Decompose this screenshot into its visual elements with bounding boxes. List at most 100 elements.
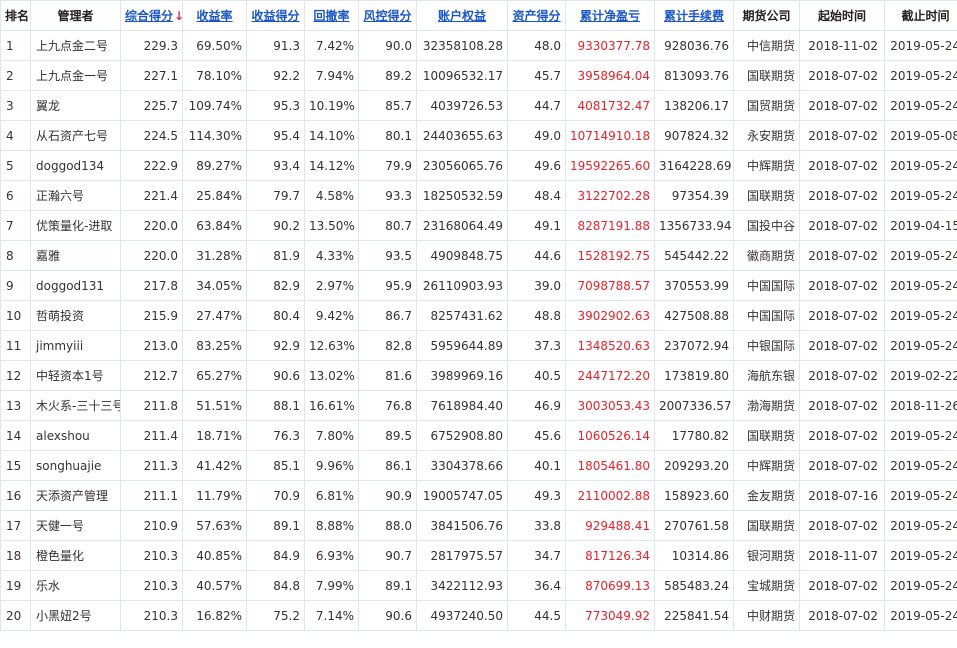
cell-equity: 7618984.40 — [416, 390, 508, 421]
table-row[interactable]: 3 翼龙 225.7 109.74% 95.3 10.19% 85.7 4039726.53 4… — [0, 90, 957, 121]
cell-manager-name[interactable]: 嘉雅 — [30, 240, 121, 271]
cell-end-date: 2019-05-24 — [884, 30, 957, 61]
cell-rank: 18 — [0, 540, 31, 571]
header-equity[interactable]: 账户权益 — [416, 0, 508, 31]
sort-return-rate-link[interactable]: 收益率 — [196, 9, 232, 23]
cell-drawdown: 12.63% — [304, 330, 359, 361]
table-row[interactable]: 14 alexshou 211.4 18.71% 76.3 7.80% 89.5 675290… — [0, 420, 957, 451]
cell-manager-name[interactable]: 中轻资本1号 — [30, 360, 121, 391]
cell-manager-name[interactable]: 翼龙 — [30, 90, 121, 121]
cell-asset-score: 46.9 — [507, 390, 566, 421]
cell-rank: 5 — [0, 150, 31, 181]
table-row[interactable]: 2 上九点金一号 227.1 78.10% 92.2 7.94% 89.2 10096532.… — [0, 60, 957, 91]
cell-manager-name[interactable]: 天健一号 — [30, 510, 121, 541]
cell-manager-name[interactable]: alexshou — [30, 420, 121, 451]
table-row[interactable]: 20 小黑妞2号 210.3 16.82% 75.2 7.14% 90.6 4937240.5… — [0, 600, 957, 631]
sort-fees-link[interactable]: 累计手续费 — [664, 9, 724, 23]
header-risk-score[interactable]: 风控得分 — [358, 0, 417, 31]
sort-risk-score-link[interactable]: 风控得分 — [363, 9, 411, 23]
sort-drawdown-link[interactable]: 回撤率 — [313, 9, 349, 23]
cell-risk-score: 90.6 — [358, 600, 417, 631]
cell-return-score: 91.3 — [246, 30, 305, 61]
sort-desc-icon: ↓ — [174, 9, 181, 23]
cell-return-rate: 83.25% — [182, 330, 247, 361]
cell-manager-name[interactable]: songhuajie — [30, 450, 121, 481]
cell-return-score: 84.9 — [246, 540, 305, 571]
cell-return-rate: 25.84% — [182, 180, 247, 211]
header-composite-score[interactable]: 综合得分↓ — [120, 0, 183, 31]
cell-manager-name[interactable]: 小黑妞2号 — [30, 600, 121, 631]
cell-equity: 32358108.28 — [416, 30, 508, 61]
table-row[interactable]: 5 doggod134 222.9 89.27% 93.4 14.12% 79.9 23056… — [0, 150, 957, 181]
header-fees[interactable]: 累计手续费 — [654, 0, 734, 31]
table-row[interactable]: 17 天健一号 210.9 57.63% 89.1 8.88% 88.0 3841506.76… — [0, 510, 957, 541]
table-row[interactable]: 6 正瀚六号 221.4 25.84% 79.7 4.58% 93.3 18250532.59… — [0, 180, 957, 211]
sort-composite-score-link[interactable]: 综合得分 — [125, 9, 173, 23]
cell-return-rate: 63.84% — [182, 210, 247, 241]
cell-drawdown: 14.12% — [304, 150, 359, 181]
cell-broker: 中国国际 — [733, 270, 800, 301]
sort-net-pnl-link[interactable]: 累计净盈亏 — [580, 9, 640, 23]
cell-manager-name[interactable]: 正瀚六号 — [30, 180, 121, 211]
table-row[interactable]: 4 从石资产七号 224.5 114.30% 95.4 14.10% 80.1 2440365… — [0, 120, 957, 151]
table-row[interactable]: 8 嘉雅 220.0 31.28% 81.9 4.33% 93.5 4909848.75 44.… — [0, 240, 957, 271]
table-row[interactable]: 1 上九点金二号 229.3 69.50% 91.3 7.42% 90.0 32358108.… — [0, 30, 957, 61]
cell-rank: 3 — [0, 90, 31, 121]
table-row[interactable]: 15 songhuajie 211.3 41.42% 85.1 9.96% 86.1 3304… — [0, 450, 957, 481]
header-return-score[interactable]: 收益得分 — [246, 0, 305, 31]
sort-return-score-link[interactable]: 收益得分 — [251, 9, 299, 23]
cell-end-date: 2019-05-24 — [884, 60, 957, 91]
cell-risk-score: 79.9 — [358, 150, 417, 181]
table-row[interactable]: 9 doggod131 217.8 34.05% 82.9 2.97% 95.9 261109… — [0, 270, 957, 301]
cell-manager-name[interactable]: 橙色量化 — [30, 540, 121, 571]
cell-rank: 10 — [0, 300, 31, 331]
cell-manager-name[interactable]: doggod134 — [30, 150, 121, 181]
table-row[interactable]: 10 哲萌投资 215.9 27.47% 80.4 9.42% 86.7 8257431.62… — [0, 300, 957, 331]
header-net-pnl[interactable]: 累计净盈亏 — [565, 0, 655, 31]
sort-equity-link[interactable]: 账户权益 — [438, 9, 486, 23]
cell-manager-name[interactable]: 上九点金一号 — [30, 60, 121, 91]
cell-risk-score: 93.3 — [358, 180, 417, 211]
header-broker: 期货公司 — [733, 0, 800, 31]
cell-broker: 中国国际 — [733, 300, 800, 331]
cell-rank: 12 — [0, 360, 31, 391]
cell-manager-name[interactable]: 哲萌投资 — [30, 300, 121, 331]
table-body: 1 上九点金二号 229.3 69.50% 91.3 7.42% 90.0 32358108.… — [0, 30, 957, 631]
table-row[interactable]: 18 橙色量化 210.3 40.85% 84.9 6.93% 90.7 2817975.57… — [0, 540, 957, 571]
cell-manager-name[interactable]: 上九点金二号 — [30, 30, 121, 61]
cell-fees: 158923.60 — [654, 480, 734, 511]
cell-return-rate: 40.85% — [182, 540, 247, 571]
header-asset-score[interactable]: 资产得分 — [507, 0, 566, 31]
header-broker-label: 期货公司 — [742, 9, 791, 23]
cell-composite-score: 211.3 — [120, 450, 183, 481]
cell-manager-name[interactable]: 从石资产七号 — [30, 120, 121, 151]
table-row[interactable]: 12 中轻资本1号 212.7 65.27% 90.6 13.02% 81.6 3989969… — [0, 360, 957, 391]
sort-asset-score-link[interactable]: 资产得分 — [512, 9, 560, 23]
cell-return-score: 80.4 — [246, 300, 305, 331]
table-row[interactable]: 7 优策量化-进取 220.0 63.84% 90.2 13.50% 80.7 2316806… — [0, 210, 957, 241]
cell-composite-score: 229.3 — [120, 30, 183, 61]
cell-end-date: 2019-05-24 — [884, 240, 957, 271]
cell-composite-score: 220.0 — [120, 210, 183, 241]
cell-manager-name[interactable]: 乐水 — [30, 570, 121, 601]
cell-manager-name[interactable]: 木火系-三十三号 — [30, 390, 121, 421]
header-drawdown[interactable]: 回撤率 — [304, 0, 359, 31]
cell-risk-score: 86.1 — [358, 450, 417, 481]
header-return-rate[interactable]: 收益率 — [182, 0, 247, 31]
cell-manager-name[interactable]: 天添资产管理 — [30, 480, 121, 511]
cell-net-pnl: 9330377.78 — [565, 30, 655, 61]
table-row[interactable]: 13 木火系-三十三号 211.8 51.51% 88.1 16.61% 76.8 76189… — [0, 390, 957, 421]
cell-start-date: 2018-07-02 — [799, 270, 885, 301]
header-rank: 排名 — [0, 0, 31, 31]
table-row[interactable]: 16 天添资产管理 211.1 11.79% 70.9 6.81% 90.9 19005747… — [0, 480, 957, 511]
cell-return-score: 92.2 — [246, 60, 305, 91]
header-end-label: 截止时间 — [901, 9, 950, 23]
cell-broker: 国联期货 — [733, 180, 800, 211]
cell-drawdown: 4.58% — [304, 180, 359, 211]
cell-manager-name[interactable]: doggod131 — [30, 270, 121, 301]
table-row[interactable]: 19 乐水 210.3 40.57% 84.8 7.99% 89.1 3422112.93 36… — [0, 570, 957, 601]
header-end-date: 截止时间 — [884, 0, 957, 31]
table-row[interactable]: 11 jimmyiii 213.0 83.25% 92.9 12.63% 82.8 59596… — [0, 330, 957, 361]
cell-manager-name[interactable]: jimmyiii — [30, 330, 121, 361]
cell-manager-name[interactable]: 优策量化-进取 — [30, 210, 121, 241]
